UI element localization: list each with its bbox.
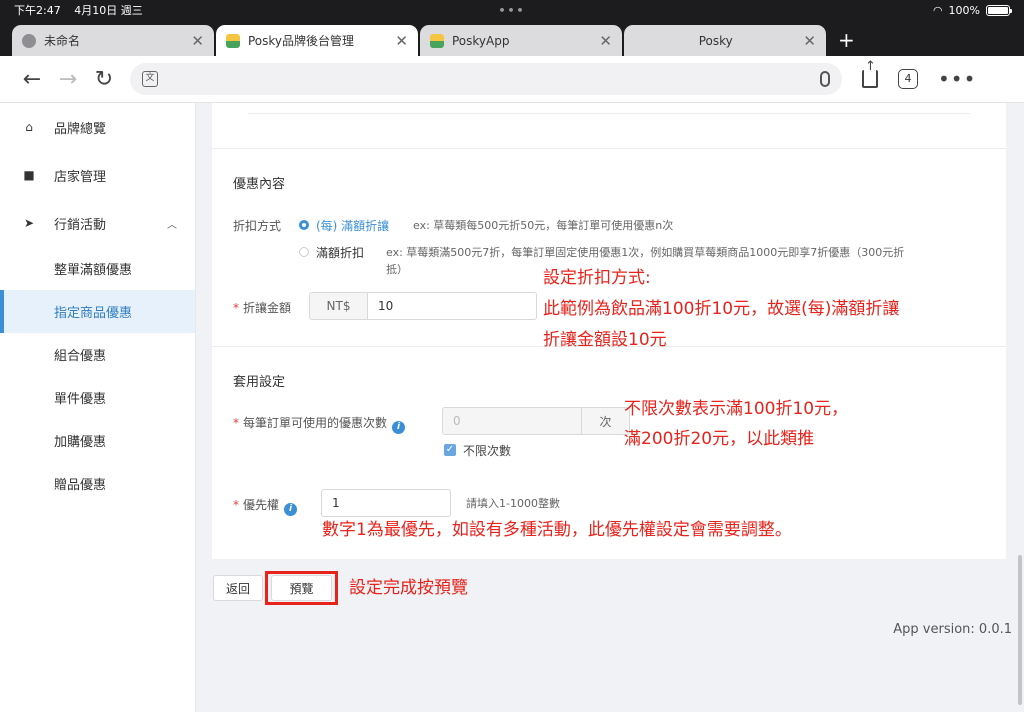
radio-per-amount-deduction[interactable] — [299, 220, 309, 230]
usage-count-field[interactable]: 0 次 — [442, 407, 630, 435]
sidebar-item-store-management[interactable]: ■ 店家管理 — [0, 151, 195, 199]
tab-title: 未命名 — [44, 34, 81, 48]
forward-arrow-icon[interactable]: → — [50, 67, 86, 92]
option-amount-percent-hint-line1: ex: 草莓類滿500元7折，每筆訂單固定使用優惠1次，例如購買草莓類商品100… — [386, 246, 905, 259]
tab-title: PoskyApp — [452, 33, 510, 48]
priority-label: 優先權 — [243, 498, 280, 512]
discount-method-label: 折扣方式 — [233, 219, 282, 233]
home-icon: ⌂ — [25, 120, 33, 134]
reload-icon[interactable]: ↻ — [86, 67, 122, 92]
deduction-amount-field[interactable]: NT$ 10 — [309, 292, 537, 320]
status-date: 4月10日 週三 — [74, 4, 143, 17]
radio-amount-percent-discount[interactable] — [299, 247, 309, 257]
sidebar-subitem-product-discount[interactable]: 指定商品優惠 — [0, 290, 195, 333]
scrollbar[interactable] — [1018, 555, 1022, 705]
usage-count-suffix: 次 — [581, 408, 629, 434]
close-icon[interactable]: ✕ — [803, 32, 816, 50]
annotation-discount-method-title: 設定折扣方式: — [543, 268, 651, 288]
sidebar-item-label: 店家管理 — [54, 169, 107, 185]
sidebar-item-label: 品牌總覽 — [54, 121, 107, 137]
multitask-dots-icon[interactable]: ••• — [498, 4, 525, 17]
battery-icon — [986, 4, 1012, 16]
status-time: 下午2:47 — [14, 4, 61, 17]
sidebar-item-label: 行銷活動 — [54, 217, 107, 233]
sidebar-subitem-gift-discount[interactable]: 贈品優惠 — [0, 462, 195, 505]
browser-tab-poskyapp[interactable]: PoskyApp ✕ — [420, 25, 622, 56]
send-icon: ➤ — [23, 216, 35, 230]
tab-title: Posky品牌後台管理 — [248, 34, 355, 48]
battery-percent: 100% — [948, 3, 980, 17]
close-icon[interactable]: ✕ — [395, 32, 408, 50]
back-arrow-icon[interactable]: ← — [14, 67, 50, 92]
tab-count-button[interactable]: 4 — [898, 69, 918, 89]
close-icon[interactable]: ✕ — [191, 32, 204, 50]
discount-section-title: 優惠內容 — [233, 177, 286, 192]
annotation-discount-amount: 折讓金額設10元 — [543, 330, 667, 350]
option-per-amount-deduction-label[interactable]: (每) 滿額折讓 — [316, 217, 389, 234]
info-icon[interactable]: i — [392, 421, 406, 434]
annotation-discount-method-example: 此範例為飲品滿100折10元，故選(每)滿額折讓 — [543, 299, 900, 319]
sidebar-item-brand-overview[interactable]: ⌂ 品牌總覽 — [0, 103, 195, 151]
unlimited-checkbox[interactable]: ✓ — [444, 444, 456, 456]
preview-highlight-box — [265, 571, 338, 605]
annotation-unlimited-line1: 不限次數表示滿100折10元， — [624, 399, 849, 419]
chevron-up-icon: ︿ — [167, 219, 177, 231]
deduction-amount-label: 折讓金額 — [243, 301, 292, 315]
option-per-amount-hint: ex: 草莓類每500元折50元，每筆訂單可使用優惠n次 — [413, 219, 674, 232]
usage-count-label: 每筆訂單可使用的優惠次數 — [243, 416, 388, 430]
sidebar-subitem-single-discount[interactable]: 單件優惠 — [0, 376, 195, 419]
unlimited-label[interactable]: 不限次數 — [463, 442, 511, 459]
option-amount-percent-hint-line2: 抵） — [386, 263, 408, 276]
share-icon[interactable] — [862, 59, 878, 88]
browser-tab-posky[interactable]: Posky ✕ — [624, 25, 826, 56]
address-bar[interactable]: 文 — [130, 63, 842, 95]
apply-section-title: 套用設定 — [233, 375, 286, 390]
app-version: App version: 0.0.1 — [893, 622, 1012, 637]
usage-count-input[interactable]: 0 — [443, 408, 581, 434]
divider — [248, 113, 970, 114]
tab-title: Posky — [698, 33, 733, 48]
browser-tab-posky-admin[interactable]: Posky品牌後台管理 ✕ — [216, 25, 418, 56]
new-tab-plus-icon[interactable]: + — [838, 28, 855, 52]
status-bar: 下午2:47 4月10日 週三 ••• ◠ 100% — [0, 0, 1024, 20]
browser-toolbar: ← → ↻ 文 4 ••• — [0, 56, 1024, 103]
translate-icon[interactable]: 文 — [142, 71, 158, 87]
annotation-preview: 設定完成按預覽 — [349, 578, 468, 598]
microphone-icon[interactable] — [820, 71, 830, 87]
deduction-amount-input[interactable]: 10 — [368, 293, 536, 319]
annotation-unlimited-line2: 滿200折20元，以此類推 — [624, 429, 815, 449]
priority-input[interactable]: 1 — [321, 489, 451, 517]
info-icon[interactable]: i — [284, 503, 298, 516]
sidebar: ⌂ 品牌總覽 ■ 店家管理 ➤ 行銷活動 ︿ 整單滿額優惠 指定商品優惠 組合優… — [0, 103, 196, 712]
divider — [212, 148, 1006, 149]
sidebar-item-marketing[interactable]: ➤ 行銷活動 ︿ — [0, 199, 195, 247]
globe-icon — [22, 33, 36, 48]
close-icon[interactable]: ✕ — [599, 32, 612, 50]
store-icon: ■ — [23, 168, 35, 182]
back-button[interactable]: 返回 — [213, 575, 263, 601]
annotation-priority: 數字1為最優先，如設有多種活動，此優先權設定會需要調整。 — [322, 520, 792, 540]
wifi-icon: ◠ — [932, 3, 943, 17]
priority-hint: 請填入1-1000整數 — [466, 497, 560, 510]
sidebar-subitem-combo-discount[interactable]: 組合優惠 — [0, 333, 195, 376]
posky-icon — [430, 33, 444, 48]
more-options-icon[interactable]: ••• — [938, 67, 976, 91]
sidebar-subitem-addon-discount[interactable]: 加購優惠 — [0, 419, 195, 462]
posky-icon — [226, 33, 240, 48]
browser-tab-untitled[interactable]: 未命名 ✕ — [12, 25, 214, 56]
browser-tab-bar: 未命名 ✕ Posky品牌後台管理 ✕ PoskyApp ✕ Posky ✕ + — [0, 20, 1024, 56]
currency-prefix: NT$ — [310, 293, 368, 319]
option-amount-percent-label[interactable]: 滿額折扣 — [316, 244, 364, 261]
sidebar-subitem-order-discount[interactable]: 整單滿額優惠 — [0, 247, 195, 290]
